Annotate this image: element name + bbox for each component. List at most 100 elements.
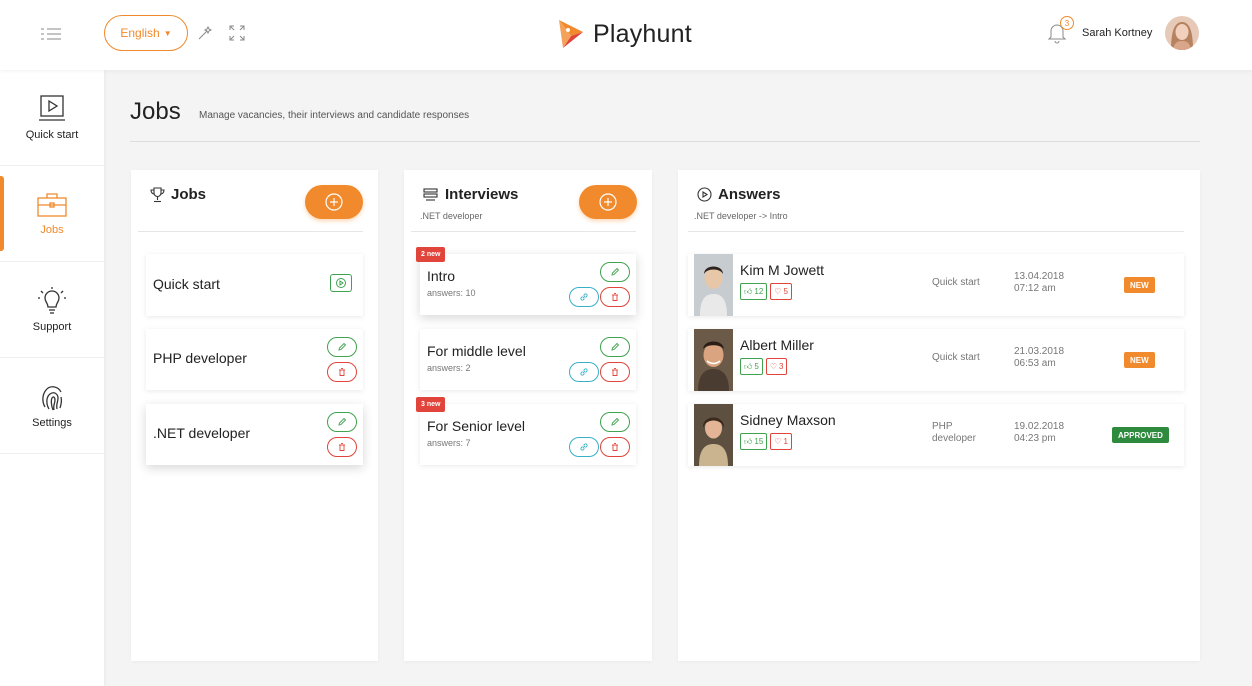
play-screen-icon — [39, 94, 65, 121]
answer-row-albert[interactable]: Albert Miller 👍︎ 5 ♡ 3 Quick start 21.03.2… — [688, 329, 1184, 391]
job-card-php-developer[interactable]: PHP developer — [146, 329, 363, 390]
menu-toggle-icon[interactable] — [40, 26, 62, 42]
votes: 👍︎ 12 ♡ 5 — [740, 283, 792, 300]
divider — [411, 231, 636, 232]
edit-button[interactable] — [327, 337, 357, 357]
sidebar-item-jobs[interactable]: Jobs — [0, 166, 104, 262]
chevron-down-icon: ▼ — [163, 28, 172, 38]
interviews-title-label: Interviews — [445, 186, 519, 203]
playhunt-logo-icon — [559, 20, 583, 48]
briefcase-icon — [37, 192, 67, 217]
answer-row-sidney[interactable]: Sidney Maxson 👍︎ 15 ♡ 1 PHP developer 19.0… — [688, 404, 1184, 466]
answer-job: Quick start — [932, 352, 980, 363]
page-title: Jobs — [130, 98, 181, 125]
interviews-panel-title: Interviews — [423, 186, 518, 203]
answer-job: Quick start — [932, 277, 980, 288]
answer-time: 07:12 am — [1014, 283, 1056, 294]
trash-icon — [612, 293, 618, 301]
sidebar-item-label: Support — [32, 320, 72, 333]
job-name: Quick start — [153, 276, 220, 292]
divider — [138, 231, 363, 232]
plus-circle-icon — [325, 193, 343, 211]
add-job-button[interactable] — [305, 185, 363, 219]
answers-count: answers: 7 — [427, 438, 471, 448]
answers-count: answers: 10 — [427, 288, 476, 298]
interview-card-senior[interactable]: For Senior level answers: 7 — [420, 404, 636, 465]
edit-button[interactable] — [600, 412, 630, 432]
sidebar-item-settings[interactable]: Settings — [0, 358, 104, 454]
chat-bubble-icon: ♡ — [769, 362, 777, 371]
interview-name: For middle level — [427, 343, 526, 359]
answer-job: PHP developer — [932, 421, 976, 444]
answers-count: answers: 2 — [427, 363, 471, 373]
edit-button[interactable] — [600, 262, 630, 282]
fullscreen-icon[interactable] — [228, 24, 246, 42]
status-badge: NEW — [1124, 277, 1155, 293]
brand-logo[interactable]: Playhunt — [557, 18, 692, 50]
edit-button[interactable] — [600, 337, 630, 357]
answer-row-kim[interactable]: Kim M Jowett 👍︎ 12 ♡ 5 Quick start 13.04.2… — [688, 254, 1184, 316]
copy-link-button[interactable] — [569, 362, 599, 382]
answer-datetime: 21.03.2018 06:53 am — [1014, 346, 1084, 370]
answer-datetime: 13.04.2018 07:12 am — [1014, 271, 1084, 295]
answer-date: 13.04.2018 — [1014, 271, 1065, 282]
thumbs-up-icon: 👍︎ — [744, 361, 753, 371]
top-bar: English ▼ Playhunt 3 Sarah Kortney — [0, 0, 1252, 70]
trash-icon — [339, 443, 345, 451]
play-circle-icon — [336, 278, 346, 288]
pencil-icon — [611, 267, 620, 276]
notifications-bell-icon[interactable]: 3 — [1046, 16, 1074, 44]
interview-card-middle[interactable]: For middle level answers: 2 — [420, 329, 636, 390]
candidate-name: Albert Miller — [740, 337, 814, 353]
likes-count: 👍︎ 12 — [740, 283, 768, 300]
copy-link-button[interactable] — [569, 287, 599, 307]
quick-start-job-button[interactable] — [330, 274, 352, 292]
job-card-quick-start[interactable]: Quick start — [146, 254, 363, 316]
delete-button[interactable] — [600, 362, 630, 382]
job-card-net-developer[interactable]: .NET developer — [146, 404, 363, 465]
jobs-title-label: Jobs — [171, 186, 207, 203]
answer-date: 19.02.2018 — [1014, 421, 1065, 432]
pencil-icon — [338, 417, 347, 426]
interview-name: Intro — [427, 268, 456, 284]
interviews-panel-subtitle: .NET developer — [420, 211, 483, 221]
job-name: .NET developer — [153, 425, 251, 441]
dislikes-value: 5 — [783, 287, 788, 296]
votes: 👍︎ 15 ♡ 1 — [740, 433, 792, 450]
sidebar-item-label: Quick start — [25, 128, 79, 141]
language-label: English — [120, 26, 160, 40]
interview-card-intro[interactable]: Intro answers: 10 — [420, 254, 636, 315]
likes-count: 👍︎ 15 — [740, 433, 768, 450]
delete-button[interactable] — [327, 362, 357, 382]
new-answers-badge: 2 new — [416, 247, 446, 262]
delete-button[interactable] — [600, 437, 630, 457]
delete-button[interactable] — [600, 287, 630, 307]
dislikes-value: 1 — [783, 437, 788, 446]
copy-link-button[interactable] — [569, 437, 599, 457]
pencil-icon — [338, 342, 347, 351]
edit-button[interactable] — [327, 412, 357, 432]
interview-name: For Senior level — [427, 418, 526, 434]
avatar[interactable] — [1165, 16, 1199, 50]
answer-time: 06:53 am — [1014, 358, 1056, 369]
magic-wand-icon[interactable] — [196, 24, 214, 42]
add-interview-button[interactable] — [579, 185, 637, 219]
answer-date: 21.03.2018 — [1014, 346, 1065, 357]
user-name[interactable]: Sarah Kortney — [1082, 27, 1152, 39]
candidate-name: Kim M Jowett — [740, 262, 825, 278]
dislikes-value: 3 — [779, 362, 784, 371]
job-name: PHP developer — [153, 350, 247, 366]
likes-value: 5 — [754, 362, 759, 371]
language-select[interactable]: English ▼ — [104, 15, 188, 51]
divider — [688, 231, 1184, 232]
new-answers-badge: 3 new — [416, 397, 446, 412]
delete-button[interactable] — [327, 437, 357, 457]
fingerprint-icon — [42, 385, 63, 410]
sidebar-item-support[interactable]: Support — [0, 262, 104, 358]
sidebar: Quick start Jobs Support Settings — [0, 70, 104, 686]
lightbulb-icon — [38, 286, 66, 314]
answers-panel-title: Answers — [697, 186, 781, 203]
chat-bubble-icon: ♡ — [774, 437, 782, 446]
sidebar-item-quick-start[interactable]: Quick start — [0, 70, 104, 166]
plus-circle-icon — [599, 193, 617, 211]
